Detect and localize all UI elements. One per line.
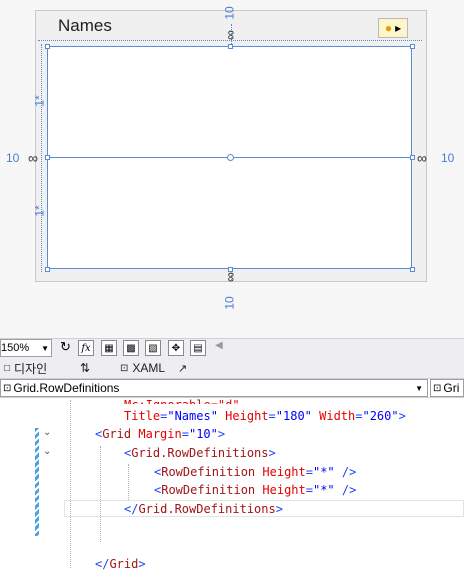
- view-tab-bar: [0, 358, 464, 378]
- code-line: </Grid>: [95, 557, 146, 571]
- member-path: Gri: [443, 381, 460, 395]
- code-line: <Grid.RowDefinitions>: [124, 446, 276, 460]
- chain-link-icon[interactable]: ∞: [28, 151, 38, 165]
- xaml-icon: ⊡: [120, 362, 129, 374]
- swap-panes-button[interactable]: ⇅: [80, 358, 90, 378]
- code-line: <RowDefinition Height="*" />: [154, 483, 357, 497]
- row-size-label-bottom[interactable]: 1*: [33, 205, 47, 216]
- popout-xaml-button[interactable]: ↗: [178, 358, 187, 378]
- chain-link-icon[interactable]: ∞: [222, 272, 238, 282]
- attr-value: "*": [312, 465, 335, 479]
- attr-name: Margin: [138, 427, 182, 441]
- grid-toggle-icon[interactable]: ▦: [101, 340, 117, 356]
- element-icon: ⊡: [433, 382, 442, 394]
- resize-handle[interactable]: [410, 155, 415, 160]
- attr-name: Height: [225, 409, 269, 423]
- popout-icon: ↗: [178, 362, 188, 375]
- element-path-dropdown[interactable]: ⊡ Grid.RowDefinitions ▼: [0, 379, 428, 397]
- code-line: Mc:Ignorable="d": [124, 396, 240, 404]
- attr-name: Height: [262, 465, 306, 479]
- lightbulb-icon: ●: [384, 21, 393, 35]
- indent-guide: [100, 446, 101, 542]
- arrow-right-icon: ▸: [395, 21, 402, 35]
- tag-name: Grid: [109, 557, 139, 571]
- attr-value: "10": [188, 427, 218, 441]
- tag-name: RowDefinition: [161, 465, 256, 479]
- window-title: Names: [58, 16, 112, 35]
- margin-top-label: 10: [222, 6, 237, 20]
- member-path-dropdown[interactable]: ⊡ Gri: [430, 379, 464, 397]
- refresh-icon[interactable]: ↻: [60, 339, 71, 355]
- collapse-icon[interactable]: ⌄: [43, 446, 51, 457]
- margin-guide-left: [41, 44, 42, 272]
- tag-name: Grid.RowDefinitions: [138, 502, 276, 516]
- tab-xaml[interactable]: ⊡ XAML: [120, 358, 165, 378]
- artboard-background-icon[interactable]: ▧: [145, 340, 161, 356]
- snap-lines-icon[interactable]: ✥: [168, 340, 184, 356]
- indent-guide: [70, 400, 71, 568]
- tag-name: Grid.RowDefinitions: [131, 446, 269, 460]
- row-divider-handle[interactable]: [227, 154, 234, 161]
- chain-link-icon[interactable]: ∞: [222, 30, 238, 40]
- tag-name: RowDefinition: [161, 483, 256, 497]
- attr-value: "180": [275, 409, 312, 423]
- zoom-value: 150%: [1, 342, 30, 354]
- design-icon: □: [4, 362, 11, 374]
- margin-guide-top: [38, 40, 422, 41]
- code-line: <RowDefinition Height="*" />: [154, 465, 357, 479]
- margin-bottom-label: 10: [222, 296, 237, 310]
- chain-link-icon[interactable]: ∞: [417, 151, 427, 165]
- tab-xaml-label: XAML: [132, 361, 166, 375]
- indent-guide: [128, 464, 129, 500]
- resize-handle[interactable]: [45, 44, 50, 49]
- zoom-dropdown[interactable]: 150% ▼: [0, 339, 52, 357]
- element-icon: ⊡: [3, 382, 12, 394]
- swap-icon: ⇅: [80, 361, 91, 375]
- margin-left-label: 10: [6, 151, 20, 165]
- attr-value: "Names": [167, 409, 218, 423]
- device-preview-icon[interactable]: ▤: [190, 340, 206, 356]
- row-size-label-top[interactable]: 1*: [33, 95, 47, 106]
- attr-value: "*": [312, 483, 335, 497]
- formula-button[interactable]: fx: [78, 340, 94, 356]
- element-path: Grid.RowDefinitions: [13, 381, 120, 395]
- attr-name: Title: [124, 409, 161, 423]
- attr-value: "260": [362, 409, 399, 423]
- tab-design-label: 디자인: [14, 361, 48, 376]
- lightbulb-button[interactable]: ● ▸: [378, 18, 408, 38]
- tag-name: Grid: [102, 427, 132, 441]
- attr-name: Height: [262, 483, 306, 497]
- collapse-icon[interactable]: ⌄: [43, 427, 51, 438]
- change-tracking-bar: [35, 428, 39, 536]
- snap-grid-icon[interactable]: ▩: [123, 340, 139, 356]
- tab-design[interactable]: □ 디자인: [4, 358, 47, 378]
- resize-handle[interactable]: [410, 44, 415, 49]
- resize-handle[interactable]: [410, 267, 415, 272]
- resize-handle[interactable]: [45, 267, 50, 272]
- margin-right-label: 10: [441, 151, 455, 165]
- attr-name: Width: [319, 409, 356, 423]
- resize-handle[interactable]: [228, 44, 233, 49]
- code-line: </Grid.RowDefinitions>: [124, 502, 283, 516]
- scroll-left-icon[interactable]: ◀: [215, 340, 223, 351]
- code-line: Title="Names" Height="180" Width="260">: [124, 409, 406, 423]
- chevron-down-icon: ▼: [41, 343, 49, 353]
- chevron-down-icon: ▼: [415, 383, 423, 393]
- resize-handle[interactable]: [45, 155, 50, 160]
- code-line: <Grid Margin="10">: [95, 427, 226, 441]
